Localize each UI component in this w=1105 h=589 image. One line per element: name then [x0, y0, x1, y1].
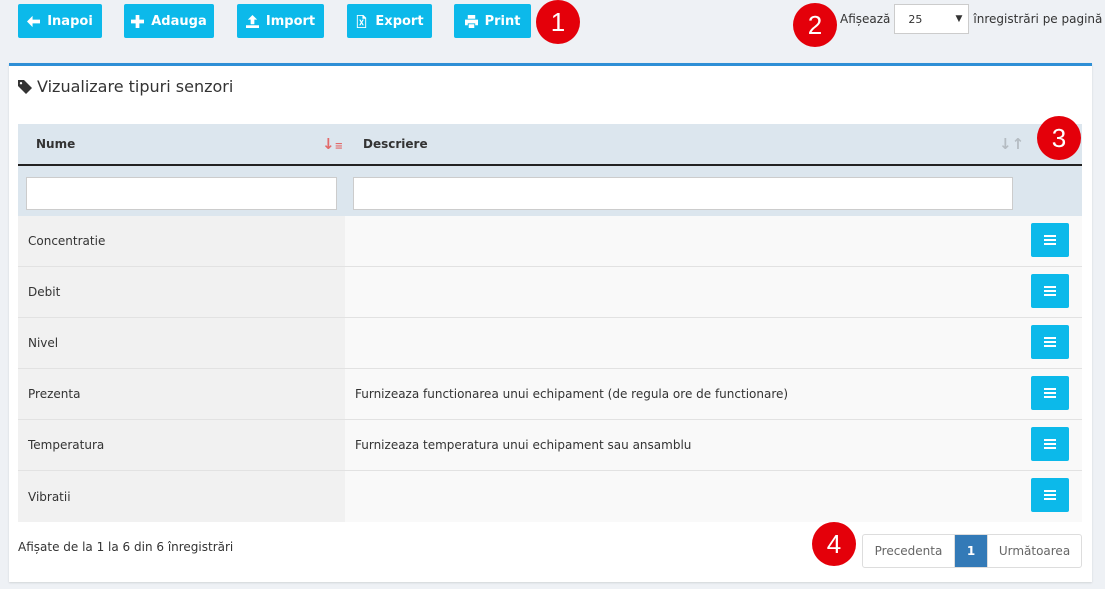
- caret-down-icon: ▼: [955, 14, 963, 24]
- menu-icon: [1044, 337, 1056, 347]
- filter-input-nume[interactable]: [26, 177, 337, 210]
- import-button[interactable]: Import: [237, 4, 324, 38]
- per-page-select[interactable]: 25 ▼: [894, 4, 970, 34]
- pagination: Precedenta 1 Următoarea: [862, 534, 1082, 568]
- sort-alpha-desc-icon[interactable]: ↓≡: [322, 137, 343, 154]
- sort-neutral-icon[interactable]: ↓↑: [999, 137, 1024, 152]
- page-button-current[interactable]: 1: [955, 535, 987, 567]
- annotation-badge-1: 1: [536, 0, 580, 44]
- per-page-prefix: Afișează: [840, 12, 891, 26]
- cell-descriere: Furnizeaza temperatura unui echipament s…: [355, 438, 692, 452]
- arrow-left-icon: [27, 15, 41, 27]
- table-row: Temperatura Furnizeaza temperatura unui e…: [18, 420, 1082, 471]
- sensor-types-panel: Vizualizare tipuri senzori Nume ↓≡ Descr…: [9, 63, 1092, 582]
- add-button-label: Adauga: [151, 13, 207, 29]
- prev-page-button[interactable]: Precedenta: [863, 535, 955, 567]
- print-button-label: Print: [484, 13, 521, 29]
- upload-icon: [245, 14, 259, 28]
- printer-icon: [464, 14, 478, 28]
- cell-nume: Prezenta: [18, 369, 345, 419]
- table-row: Debit: [18, 267, 1082, 318]
- table-header: Nume ↓≡ Descriere ↓↑: [18, 124, 1082, 166]
- row-menu-button[interactable]: [1031, 427, 1069, 461]
- print-button[interactable]: Print: [454, 4, 531, 38]
- table-row: Prezenta Furnizeaza functionarea unui ech…: [18, 369, 1082, 420]
- excel-file-icon: [357, 14, 367, 28]
- filter-row: [18, 166, 1082, 216]
- menu-icon: [1044, 388, 1056, 398]
- back-button[interactable]: Inapoi: [18, 4, 102, 38]
- cell-nume: Nivel: [18, 318, 345, 368]
- menu-icon: [1044, 286, 1056, 296]
- menu-icon: [1044, 439, 1056, 449]
- annotation-badge-2: 2: [793, 3, 837, 47]
- menu-icon: [1044, 490, 1056, 500]
- add-button[interactable]: Adauga: [124, 4, 214, 38]
- table-row: Nivel: [18, 318, 1082, 369]
- row-menu-button[interactable]: [1031, 478, 1069, 512]
- tag-icon: [18, 79, 32, 94]
- cell-descriere: Furnizeaza functionarea unui echipament …: [355, 387, 789, 401]
- per-page-control: Afișează 25 ▼ înregistrări pe pagină: [840, 4, 1102, 34]
- panel-title: Vizualizare tipuri senzori: [18, 77, 233, 96]
- table-info: Afișate de la 1 la 6 din 6 înregistrări: [18, 540, 234, 554]
- cell-nume: Temperatura: [18, 420, 345, 470]
- table-row: Vibratii: [18, 471, 1082, 522]
- filter-input-descriere[interactable]: [353, 177, 1013, 210]
- per-page-value: 25: [908, 12, 923, 26]
- cell-nume: Vibratii: [18, 471, 345, 522]
- table-row: Concentratie: [18, 216, 1082, 267]
- cell-nume: Concentratie: [18, 216, 345, 266]
- import-button-label: Import: [265, 13, 316, 29]
- menu-icon: [1044, 235, 1056, 245]
- panel-title-text: Vizualizare tipuri senzori: [37, 77, 234, 96]
- export-button-label: Export: [375, 13, 424, 29]
- row-menu-button[interactable]: [1031, 223, 1069, 257]
- back-button-label: Inapoi: [47, 13, 93, 29]
- row-menu-button[interactable]: [1031, 325, 1069, 359]
- column-header-nume[interactable]: Nume: [36, 124, 75, 164]
- plus-icon: [131, 14, 145, 28]
- per-page-suffix: înregistrări pe pagină: [973, 12, 1103, 26]
- row-menu-button[interactable]: [1031, 274, 1069, 308]
- row-menu-button[interactable]: [1031, 376, 1069, 410]
- cell-nume: Debit: [18, 267, 345, 317]
- annotation-badge-4: 4: [812, 522, 856, 566]
- next-page-button[interactable]: Următoarea: [987, 535, 1081, 567]
- column-header-descriere[interactable]: Descriere: [363, 124, 428, 164]
- export-button[interactable]: Export: [347, 4, 432, 38]
- annotation-badge-3: 3: [1037, 116, 1081, 160]
